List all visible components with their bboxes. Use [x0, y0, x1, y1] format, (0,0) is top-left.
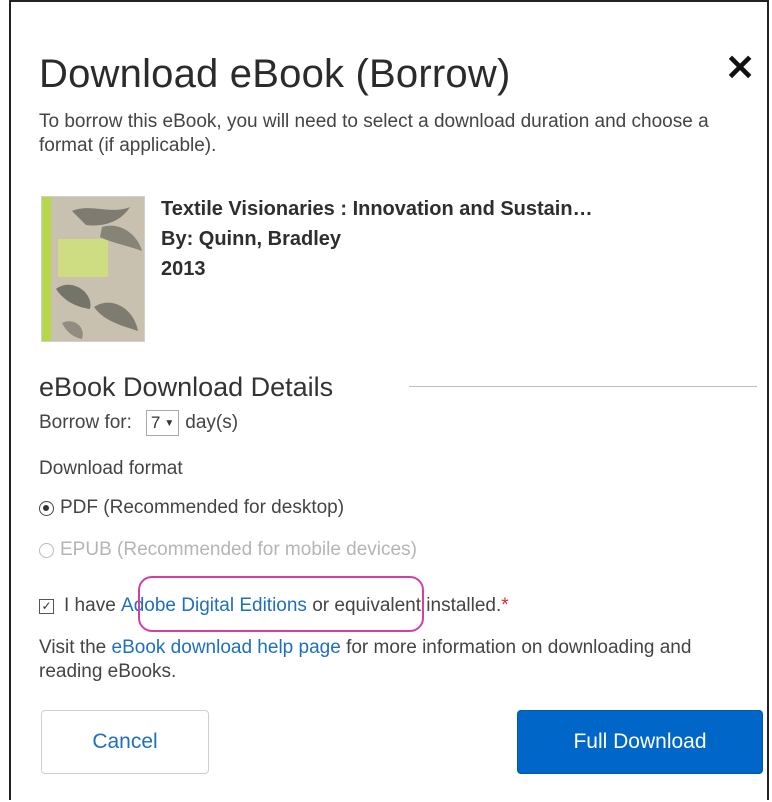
full-download-button[interactable]: Full Download	[517, 710, 763, 774]
ebook-help-link[interactable]: eBook download help page	[112, 637, 341, 658]
borrow-days-select[interactable]: 7 ▼	[145, 410, 180, 436]
chevron-down-icon: ▼	[164, 417, 175, 429]
borrow-label: Borrow for:	[39, 412, 132, 433]
dialog-title: Download eBook (Borrow)	[39, 52, 511, 96]
format-option-epub: EPUB (Recommended for mobile devices)	[39, 539, 417, 561]
section-divider	[409, 386, 757, 387]
help-text: Visit the eBook download help page for m…	[39, 636, 759, 684]
format-option-label: EPUB (Recommended for mobile devices)	[60, 539, 417, 560]
book-year: 2013	[161, 258, 206, 280]
cancel-button[interactable]: Cancel	[41, 710, 209, 774]
book-cover-image	[41, 196, 145, 342]
agreement-suffix: or equivalent installed.	[312, 595, 502, 616]
close-icon[interactable]: ✕	[725, 50, 755, 86]
format-option-pdf[interactable]: PDF (Recommended for desktop)	[39, 497, 344, 519]
download-dialog: Download eBook (Borrow) ✕ To borrow this…	[9, 0, 769, 800]
section-heading: eBook Download Details	[39, 372, 334, 402]
required-mark: *	[501, 595, 509, 616]
format-label: Download format	[39, 458, 183, 479]
borrow-duration-row: Borrow for: 7 ▼ day(s)	[39, 410, 238, 436]
agreement-row: ✓ I have Adobe Digital Editions or equiv…	[39, 595, 509, 617]
format-option-label: PDF (Recommended for desktop)	[60, 497, 345, 518]
book-title: Textile Visionaries : Innovation and Sus…	[161, 198, 593, 220]
radio-disabled-icon	[39, 542, 54, 558]
book-info: Textile Visionaries : Innovation and Sus…	[161, 194, 593, 284]
borrow-unit: day(s)	[185, 412, 239, 433]
agreement-checkbox[interactable]: ✓	[39, 598, 54, 614]
help-prefix: Visit the	[39, 637, 107, 658]
radio-selected-icon[interactable]	[39, 500, 54, 516]
agreement-prefix: I have	[64, 595, 116, 616]
book-author: By: Quinn, Bradley	[161, 228, 342, 250]
borrow-days-value: 7	[150, 413, 161, 432]
dialog-intro: To borrow this eBook, you will need to s…	[39, 111, 709, 156]
adobe-digital-editions-link[interactable]: Adobe Digital Editions	[121, 595, 307, 617]
